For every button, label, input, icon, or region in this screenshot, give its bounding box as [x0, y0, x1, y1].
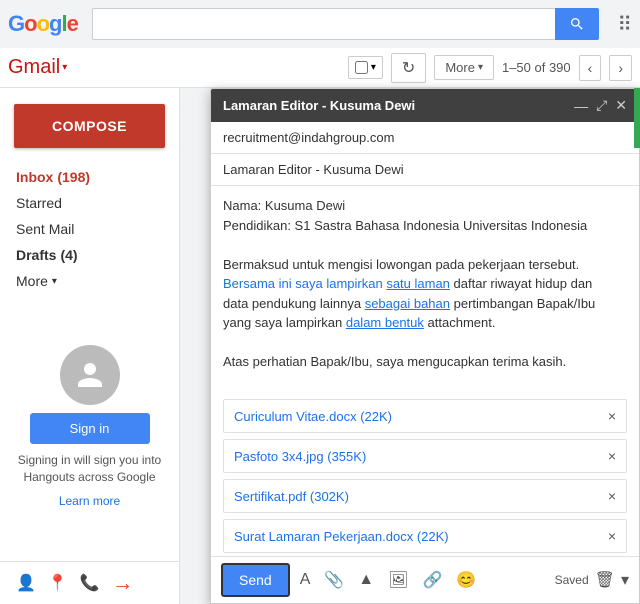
- body-line-5: Bersama ini saya lampirkan satu laman da…: [223, 274, 627, 294]
- google-logo: Google: [8, 11, 78, 37]
- more-button[interactable]: More ▾: [434, 55, 494, 80]
- gmail-label[interactable]: Gmail ▾: [8, 56, 67, 79]
- photo-icon[interactable]: 🖼: [384, 568, 412, 592]
- link-laman: satu laman: [386, 276, 450, 291]
- hangouts-section: Sign in Signing in will sign you into Ha…: [0, 329, 179, 524]
- compose-header-icons: — ⤢ ✕: [574, 97, 627, 114]
- body-line-9: Atas perhatian Bapak/Ibu, saya mengucapk…: [223, 352, 627, 372]
- link-dalam: dalam bentuk: [346, 315, 424, 330]
- sign-in-text: Signing in will sign you into Hangouts a…: [16, 452, 163, 486]
- sign-in-button[interactable]: Sign in: [30, 413, 150, 444]
- drive-icon[interactable]: ▲: [354, 569, 378, 591]
- sidebar-item-drafts[interactable]: Drafts (4): [0, 242, 179, 268]
- format-text-icon[interactable]: A: [296, 569, 315, 591]
- top-bar: Google ⠿: [0, 0, 640, 48]
- close-icon[interactable]: ✕: [615, 97, 627, 114]
- second-bar: Gmail ▾ ▾ ↻ More ▾ 1–50 of 390 ‹ ›: [0, 48, 640, 88]
- inbox-count: (198): [57, 169, 90, 185]
- search-button[interactable]: [555, 8, 599, 40]
- compose-modal-title: Lamaran Editor - Kusuma Dewi: [223, 98, 415, 113]
- more-label: More: [16, 273, 48, 289]
- expand-icon[interactable]: ⤢: [596, 97, 607, 114]
- link-sebagai: sebagai bahan: [365, 296, 450, 311]
- saved-text: Saved: [555, 573, 589, 587]
- page-info: 1–50 of 390: [502, 60, 571, 75]
- body-line-4: Bermaksud untuk mengisi lowongan pada pe…: [223, 255, 627, 275]
- attachment-4-close[interactable]: ×: [608, 528, 616, 544]
- checkbox-arrow: ▾: [371, 62, 376, 73]
- emoji-icon[interactable]: 😊: [452, 568, 480, 592]
- delete-icon[interactable]: 🗑: [595, 570, 615, 590]
- avatar: [60, 345, 120, 405]
- arrow-right-icon: →: [112, 570, 134, 596]
- compose-modal: Lamaran Editor - Kusuma Dewi — ⤢ ✕ recru…: [210, 88, 640, 604]
- prev-page-button[interactable]: ‹: [579, 55, 602, 81]
- more-arrow: ▾: [478, 62, 483, 73]
- link-saya: Bersama ini saya lampirkan: [223, 276, 383, 291]
- starred-label: Starred: [16, 195, 62, 211]
- minimize-icon[interactable]: —: [574, 98, 588, 114]
- sidebar-item-starred[interactable]: Starred: [0, 190, 179, 216]
- compose-button[interactable]: COMPOSE: [14, 104, 165, 148]
- sidebar: COMPOSE Inbox (198) Starred Sent Mail Dr…: [0, 88, 180, 604]
- refresh-button[interactable]: ↻: [391, 53, 426, 83]
- sidebar-item-sent[interactable]: Sent Mail: [0, 216, 179, 242]
- grid-icon[interactable]: ⠿: [617, 12, 632, 37]
- search-input[interactable]: [92, 8, 555, 40]
- compose-header: Lamaran Editor - Kusuma Dewi — ⤢ ✕: [211, 89, 639, 122]
- attachment-3: Sertifikat.pdf (302K) ×: [223, 479, 627, 513]
- sidebar-item-inbox[interactable]: Inbox (198): [0, 164, 179, 190]
- attachment-1-name[interactable]: Curiculum Vitae.docx (22K): [234, 409, 392, 424]
- attach-icon[interactable]: 📎: [320, 568, 348, 592]
- drafts-count: (4): [60, 247, 77, 263]
- sidebar-bottom-icons: 👤 📍 📞 →: [0, 561, 179, 604]
- attachment-2-name[interactable]: Pasfoto 3x4.jpg (355K): [234, 449, 366, 464]
- body-line-6: data pendukung lainnya sebagai bahan per…: [223, 294, 627, 314]
- phone-icon[interactable]: 📞: [80, 573, 100, 593]
- attachment-3-name[interactable]: Sertifikat.pdf (302K): [234, 489, 349, 504]
- attachment-4-name[interactable]: Surat Lamaran Pekerjaan.docx (22K): [234, 529, 449, 544]
- green-bar: [634, 88, 640, 148]
- body-line-2: Pendidikan: S1 Sastra Bahasa Indonesia U…: [223, 216, 627, 236]
- more-options-icon[interactable]: ▾: [621, 570, 629, 590]
- checkbox-input[interactable]: [355, 61, 368, 74]
- sent-label: Sent Mail: [16, 221, 74, 237]
- attachment-1-close[interactable]: ×: [608, 408, 616, 424]
- send-button[interactable]: Send: [221, 563, 290, 597]
- drafts-label: Drafts: [16, 247, 56, 263]
- attachment-3-close[interactable]: ×: [608, 488, 616, 504]
- select-checkbox[interactable]: ▾: [348, 56, 383, 79]
- location-icon[interactable]: 📍: [48, 573, 68, 593]
- more-arrow-sidebar: ▾: [52, 276, 57, 287]
- attachment-1: Curiculum Vitae.docx (22K) ×: [223, 399, 627, 433]
- compose-subject-field[interactable]: Lamaran Editor - Kusuma Dewi: [211, 154, 639, 186]
- learn-more-link[interactable]: Learn more: [59, 494, 120, 508]
- attachment-4: Surat Lamaran Pekerjaan.docx (22K) ×: [223, 519, 627, 553]
- gmail-dropdown-arrow: ▾: [62, 62, 67, 73]
- compose-toolbar: Send A 📎 ▲ 🖼 🔗 😊 Saved 🗑 ▾: [211, 556, 639, 603]
- content-area: Lamaran Editor - Kusuma Dewi — ⤢ ✕ recru…: [180, 88, 640, 604]
- attachment-2-close[interactable]: ×: [608, 448, 616, 464]
- next-page-button[interactable]: ›: [609, 55, 632, 81]
- link-icon[interactable]: 🔗: [418, 568, 446, 592]
- attachment-2: Pasfoto 3x4.jpg (355K) ×: [223, 439, 627, 473]
- search-bar: [92, 8, 599, 40]
- inbox-label: Inbox: [16, 169, 53, 185]
- compose-to-field[interactable]: recruitment@indahgroup.com: [211, 122, 639, 154]
- main-layout: COMPOSE Inbox (198) Starred Sent Mail Dr…: [0, 88, 640, 604]
- sidebar-item-more[interactable]: More ▾: [0, 268, 179, 294]
- body-line-7: yang saya lampirkan dalam bentuk attachm…: [223, 313, 627, 333]
- compose-body[interactable]: Nama: Kusuma Dewi Pendidikan: S1 Sastra …: [211, 186, 639, 396]
- person-icon[interactable]: 👤: [16, 573, 36, 593]
- body-line-11: Hormat saya,: [223, 391, 627, 396]
- body-line-1: Nama: Kusuma Dewi: [223, 196, 627, 216]
